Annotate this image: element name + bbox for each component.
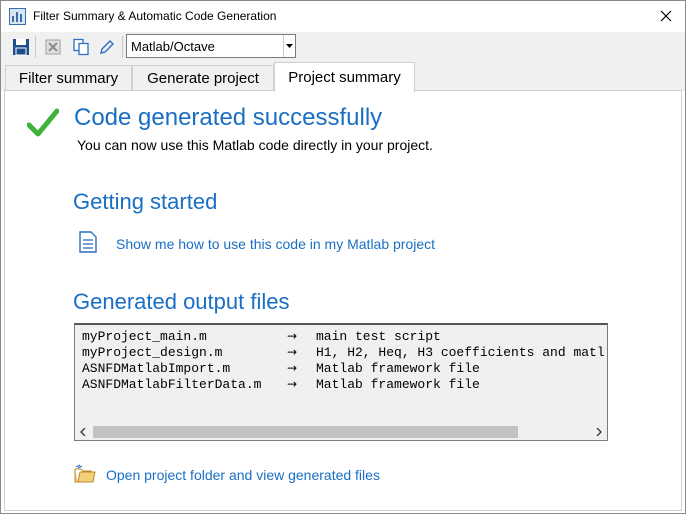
- tab-project-summary[interactable]: Project summary: [274, 62, 415, 92]
- main-window: Filter Summary & Automatic Code Generati…: [0, 0, 686, 514]
- excel-export-icon: [45, 39, 61, 55]
- file-description: Matlab framework file: [316, 377, 480, 392]
- save-button[interactable]: [11, 37, 31, 57]
- copy-button[interactable]: [71, 37, 91, 57]
- window-title: Filter Summary & Automatic Code Generati…: [33, 9, 277, 23]
- success-message: You can now use this Matlab code directl…: [77, 137, 433, 153]
- tab-generate-project[interactable]: Generate project: [132, 65, 274, 91]
- chevron-right-icon: [596, 428, 602, 436]
- edit-icon: [100, 40, 114, 54]
- success-heading: Code generated successfully: [74, 104, 383, 131]
- tab-label: Project summary: [288, 69, 401, 86]
- arrow-icon: →: [287, 361, 298, 375]
- scroll-right-button[interactable]: [593, 426, 605, 438]
- excel-export-button[interactable]: [43, 37, 63, 57]
- horizontal-scrollbar[interactable]: [75, 423, 607, 440]
- edit-button[interactable]: [97, 37, 117, 57]
- toolbar-separator: [122, 36, 123, 58]
- tab-label: Filter summary: [18, 70, 119, 87]
- language-select[interactable]: Matlab/Octave: [126, 34, 296, 58]
- close-button[interactable]: [651, 3, 681, 29]
- arrow-icon: →: [287, 329, 298, 343]
- tab-label: Generate project: [147, 70, 259, 87]
- file-name: ASNFDMatlabFilterData.m: [82, 377, 262, 392]
- output-files-heading: Generated output files: [73, 289, 290, 314]
- file-name: myProject_main.m: [82, 329, 207, 344]
- getting-started-heading: Getting started: [73, 189, 218, 214]
- scrollbar-thumb[interactable]: [93, 426, 518, 438]
- chevron-left-icon: [80, 428, 86, 436]
- folder-icon: [74, 464, 96, 483]
- toolbar-separator: [35, 36, 36, 58]
- open-folder-link[interactable]: Open project folder and view generated f…: [106, 467, 380, 483]
- arrow-icon: →: [287, 345, 298, 359]
- app-icon: [9, 8, 26, 25]
- howto-link[interactable]: Show me how to use this code in my Matla…: [116, 236, 435, 252]
- arrow-icon: →: [287, 377, 298, 391]
- close-icon: [660, 10, 672, 22]
- tab-filter-summary[interactable]: Filter summary: [5, 65, 132, 91]
- caret-down-icon: [286, 43, 293, 48]
- toolbar: Matlab/Octave: [1, 32, 685, 62]
- copy-icon: [73, 38, 89, 56]
- dropdown-button[interactable]: [283, 35, 295, 57]
- checkmark-icon: [27, 108, 59, 137]
- file-description: Matlab framework file: [316, 361, 480, 376]
- title-bar: Filter Summary & Automatic Code Generati…: [1, 1, 685, 32]
- file-description: H1, H2, Heq, H3 coefficients and matl: [316, 345, 605, 360]
- output-files-list[interactable]: myProject_main.m → main test script myPr…: [74, 323, 608, 441]
- scroll-left-button[interactable]: [77, 426, 89, 438]
- save-icon: [13, 39, 29, 56]
- document-icon: [79, 231, 97, 253]
- file-name: ASNFDMatlabImport.m: [82, 361, 231, 376]
- language-select-value: Matlab/Octave: [131, 39, 215, 54]
- file-description: main test script: [316, 329, 441, 344]
- file-name: myProject_design.m: [82, 345, 223, 360]
